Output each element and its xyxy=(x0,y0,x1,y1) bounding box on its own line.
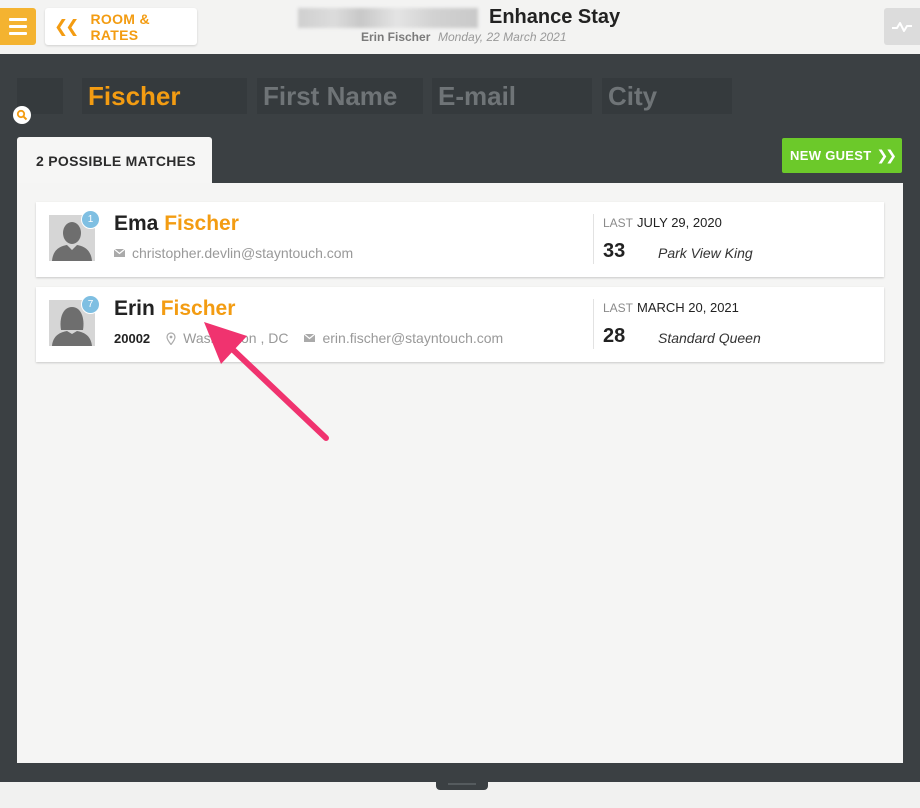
menu-icon xyxy=(9,18,27,21)
reservation-guest-name: Erin Fischer xyxy=(361,30,431,44)
last-stay-label: LAST xyxy=(603,216,634,230)
guest-details: 20002 Washington , DC erin.fischer@stayn… xyxy=(114,330,503,346)
first-name-input[interactable]: First Name xyxy=(257,78,423,114)
guest-first-name: Ema xyxy=(114,212,159,235)
last-stay-label: LAST xyxy=(603,301,634,315)
guest-first-name: Erin xyxy=(114,297,155,320)
guest-details: christopher.devlin@stayntouch.com xyxy=(114,245,353,261)
guest-zip: 20002 xyxy=(114,330,151,346)
map-pin-icon xyxy=(166,331,176,345)
guest-email: christopher.devlin@stayntouch.com xyxy=(132,245,354,261)
double-chevron-right-icon: ❯❯ xyxy=(876,147,897,164)
room-number: 33 xyxy=(603,240,626,262)
guest-name: Ema Fischer xyxy=(114,212,239,236)
page-title: Enhance Stay xyxy=(489,6,621,28)
double-chevron-left-icon: ❮❮ xyxy=(54,16,79,37)
last-stay-date: JULY 29, 2020 xyxy=(637,215,722,230)
tab-possible-matches[interactable]: 2 POSSIBLE MATCHES xyxy=(17,137,212,184)
business-date: Monday, 22 March 2021 xyxy=(438,30,567,44)
stay-count-badge: 7 xyxy=(81,295,100,314)
blurred-hotel-name xyxy=(298,8,478,28)
guest-last-name: Fischer xyxy=(164,212,239,235)
last-name-input[interactable]: Fischer xyxy=(82,78,247,114)
guest-last-name: Fischer xyxy=(160,297,236,320)
city-input[interactable]: City xyxy=(602,78,732,114)
guest-location: Washington , DC xyxy=(183,330,289,346)
guest-card[interactable]: 7 Erin Fischer 20002 Washington , DC eri… xyxy=(36,287,884,362)
stay-count-badge: 1 xyxy=(81,210,100,229)
top-bar: ❮❮ ROOM & RATES Enhance Stay Erin Fische… xyxy=(0,0,920,54)
guest-card[interactable]: 1 Ema Fischer christopher.devlin@staynto… xyxy=(36,202,884,277)
guest-email: erin.fischer@stayntouch.com xyxy=(322,330,504,346)
search-button[interactable] xyxy=(13,106,31,124)
email-input[interactable]: E-mail xyxy=(432,78,592,114)
room-number: 28 xyxy=(603,325,626,347)
search-icon xyxy=(16,109,28,121)
card-divider xyxy=(593,299,594,349)
card-divider xyxy=(593,214,594,264)
results-panel: 1 Ema Fischer christopher.devlin@staynto… xyxy=(17,183,903,763)
room-type: Standard Queen xyxy=(658,330,761,346)
new-guest-label: NEW GUEST xyxy=(790,148,872,163)
activity-button[interactable] xyxy=(884,8,920,45)
menu-button[interactable] xyxy=(0,8,36,45)
new-guest-button[interactable]: NEW GUEST ❯❯ xyxy=(782,138,902,173)
activity-icon xyxy=(892,21,912,32)
room-type: Park View King xyxy=(658,245,753,261)
envelope-icon xyxy=(304,334,316,342)
guest-name: Erin Fischer xyxy=(114,297,235,321)
main-area: Fischer First Name E-mail City 2 POSSIBL… xyxy=(0,54,920,782)
drawer-handle[interactable] xyxy=(436,778,488,790)
envelope-icon xyxy=(114,249,125,257)
back-to-room-rates-button[interactable]: ❮❮ ROOM & RATES xyxy=(45,8,197,45)
last-stay-date: MARCH 20, 2021 xyxy=(637,300,739,315)
back-button-label: ROOM & RATES xyxy=(90,10,150,43)
